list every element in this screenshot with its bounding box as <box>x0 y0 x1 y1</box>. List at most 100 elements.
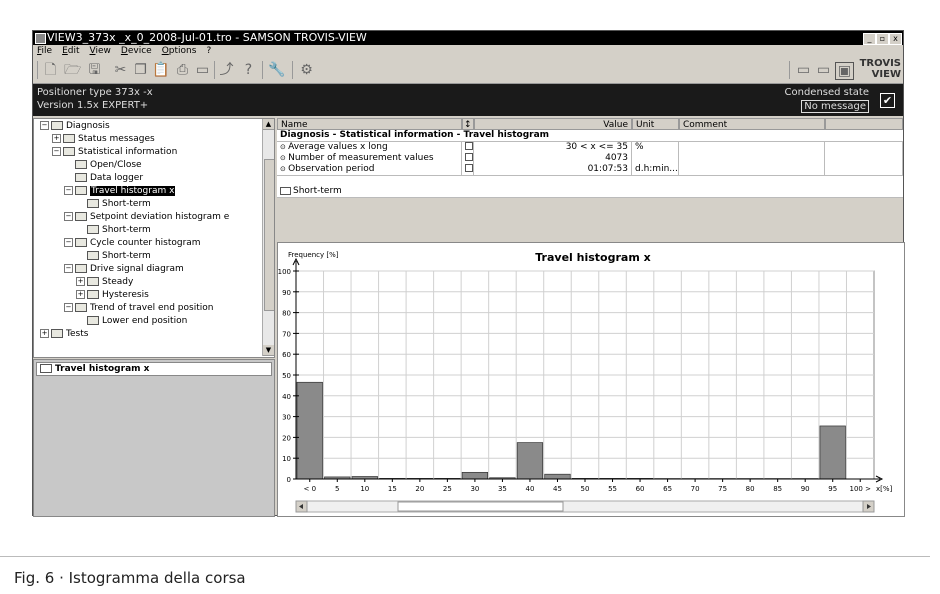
expand-icon[interactable]: + <box>52 134 61 143</box>
folder-icon <box>75 264 87 273</box>
tree-item[interactable]: Data logger <box>64 172 143 184</box>
chart-title: Travel histogram x <box>535 251 650 264</box>
save-icon[interactable]: 🖫 <box>86 62 103 78</box>
x-tick-label: 100 > <box>850 485 872 493</box>
print-icon[interactable]: ⎙ <box>174 62 191 78</box>
wrench-icon[interactable]: 🔧 <box>268 62 285 78</box>
col-extra-header <box>825 118 903 130</box>
scroll-down-icon[interactable]: ▼ <box>263 345 274 356</box>
x-tick-label: 45 <box>553 485 562 493</box>
parameter-table: Name ↕ Value Unit Comment Diagnosis - St… <box>277 118 903 239</box>
x-tick-label: 5 <box>335 485 339 493</box>
menu-help[interactable]: ? <box>206 45 211 57</box>
folder-icon <box>51 121 63 130</box>
tree-item[interactable]: − Trend of travel end position <box>64 302 213 314</box>
tree-item[interactable]: Short-term <box>76 250 151 262</box>
collapse-icon[interactable]: − <box>64 264 73 273</box>
device-read-icon[interactable]: ▭ <box>795 62 812 78</box>
menu-edit[interactable]: Edit <box>62 45 79 57</box>
tree-item[interactable]: Short-term <box>76 198 151 210</box>
folder-icon <box>75 238 87 247</box>
tree-item[interactable]: Lower end position <box>76 315 187 327</box>
tree-item[interactable]: Open/Close <box>64 159 142 171</box>
scroll-thumb[interactable] <box>397 501 564 512</box>
edit-icon[interactable] <box>465 153 473 161</box>
cell-name: ⊙ Average values x long <box>277 142 462 153</box>
y-tick-label: 90 <box>282 289 291 297</box>
tree-item[interactable]: + Status messages <box>52 133 155 145</box>
tree-item[interactable]: Short-term <box>76 224 151 236</box>
col-comment-header[interactable]: Comment <box>679 118 825 130</box>
navigation-tree: ▲ ▼ − Diagnosis + Status messages − Statistic… <box>33 118 275 358</box>
tree-item[interactable]: − Statistical information <box>52 146 177 158</box>
minimize-button[interactable]: _ <box>863 33 876 45</box>
scroll-up-icon[interactable]: ▲ <box>263 119 274 130</box>
settings-icon[interactable]: ⚙ <box>298 62 315 78</box>
maximize-button[interactable]: ▫ <box>876 33 889 45</box>
cell-value: 01:07:53 <box>474 164 632 175</box>
tree-item[interactable]: − Diagnosis <box>40 120 110 132</box>
collapse-icon[interactable]: − <box>64 186 73 195</box>
tree-item[interactable]: + Tests <box>40 328 88 340</box>
subgroup-row[interactable]: Short-term <box>277 185 903 198</box>
upload-icon[interactable]: ⤴ <box>218 62 235 78</box>
sort-icon[interactable]: ↕ <box>462 118 474 130</box>
expand-icon[interactable]: + <box>76 290 85 299</box>
tree-item[interactable]: − Drive signal diagram <box>64 263 184 275</box>
monitor-icon[interactable]: ▣ <box>835 62 854 80</box>
help-icon[interactable]: ? <box>240 62 257 78</box>
tree-item-label: Tests <box>66 329 89 339</box>
folder-icon <box>87 316 99 325</box>
tree-scrollbar[interactable]: ▲ ▼ <box>262 119 274 356</box>
y-tick-label: 10 <box>282 455 291 463</box>
open-icon[interactable]: 🗁 <box>64 62 81 78</box>
tree-item-label: Short-term <box>102 199 151 209</box>
y-tick-label: 70 <box>282 330 291 338</box>
scroll-thumb[interactable] <box>264 159 274 311</box>
menu-file[interactable]: File <box>37 45 52 57</box>
title-bar[interactable]: VIEW3_373x _x_0_2008-Jul-01.tro - SAMSON… <box>33 31 903 45</box>
expand-icon[interactable]: + <box>40 329 49 338</box>
preview-icon[interactable]: ▭ <box>194 62 211 78</box>
chart-scrollbar[interactable] <box>295 500 875 513</box>
tree-item[interactable]: + Steady <box>76 276 133 288</box>
folder-icon <box>75 212 87 221</box>
cell-comment <box>679 142 825 153</box>
tree-item[interactable]: + Hysteresis <box>76 289 149 301</box>
collapse-icon[interactable]: − <box>52 147 61 156</box>
tree-item[interactable]: − Setpoint deviation histogram e <box>64 211 229 223</box>
x-tick-label: 70 <box>691 485 700 493</box>
cell-icon <box>462 142 474 153</box>
tree-item[interactable]: − Travel histogram x <box>64 185 176 197</box>
x-tick-label: 60 <box>636 485 645 493</box>
col-value-header[interactable]: Value <box>474 118 632 130</box>
x-axis-label: x[%] <box>876 485 893 493</box>
window-title: VIEW3_373x _x_0_2008-Jul-01.tro - SAMSON… <box>47 31 367 44</box>
tree-item-label: Statistical information <box>78 147 178 157</box>
collapse-icon[interactable]: − <box>64 212 73 221</box>
col-name-header[interactable]: Name <box>277 118 462 130</box>
menu-bar: File Edit View Device Options? <box>33 45 903 57</box>
col-unit-header[interactable]: Unit <box>632 118 679 130</box>
cut-icon[interactable]: ✂ <box>112 62 129 78</box>
tree-item[interactable]: − Cycle counter histogram <box>64 237 201 249</box>
collapse-icon[interactable]: − <box>40 121 49 130</box>
x-tick-label: 50 <box>581 485 590 493</box>
menu-view[interactable]: View <box>90 45 111 57</box>
new-icon[interactable]: 🗋 <box>42 62 59 78</box>
folder-icon <box>75 186 87 195</box>
collapse-icon[interactable]: − <box>64 303 73 312</box>
menu-options[interactable]: Options <box>162 45 197 57</box>
collapse-icon[interactable]: − <box>64 238 73 247</box>
edit-icon[interactable] <box>465 142 473 150</box>
edit-icon[interactable] <box>465 164 473 172</box>
paste-icon[interactable]: 📋 <box>152 62 169 78</box>
copy-icon[interactable]: ❐ <box>132 62 149 78</box>
device-write-icon[interactable]: ▭ <box>815 62 832 78</box>
expand-icon[interactable]: + <box>76 277 85 286</box>
y-tick-label: 100 <box>278 268 291 276</box>
menu-device[interactable]: Device <box>121 45 152 57</box>
close-button[interactable]: x <box>889 33 902 45</box>
table-row[interactable]: ⊙ Observation period 01:07:53 d.h:min... <box>277 164 903 176</box>
x-tick-label: 20 <box>415 485 424 493</box>
